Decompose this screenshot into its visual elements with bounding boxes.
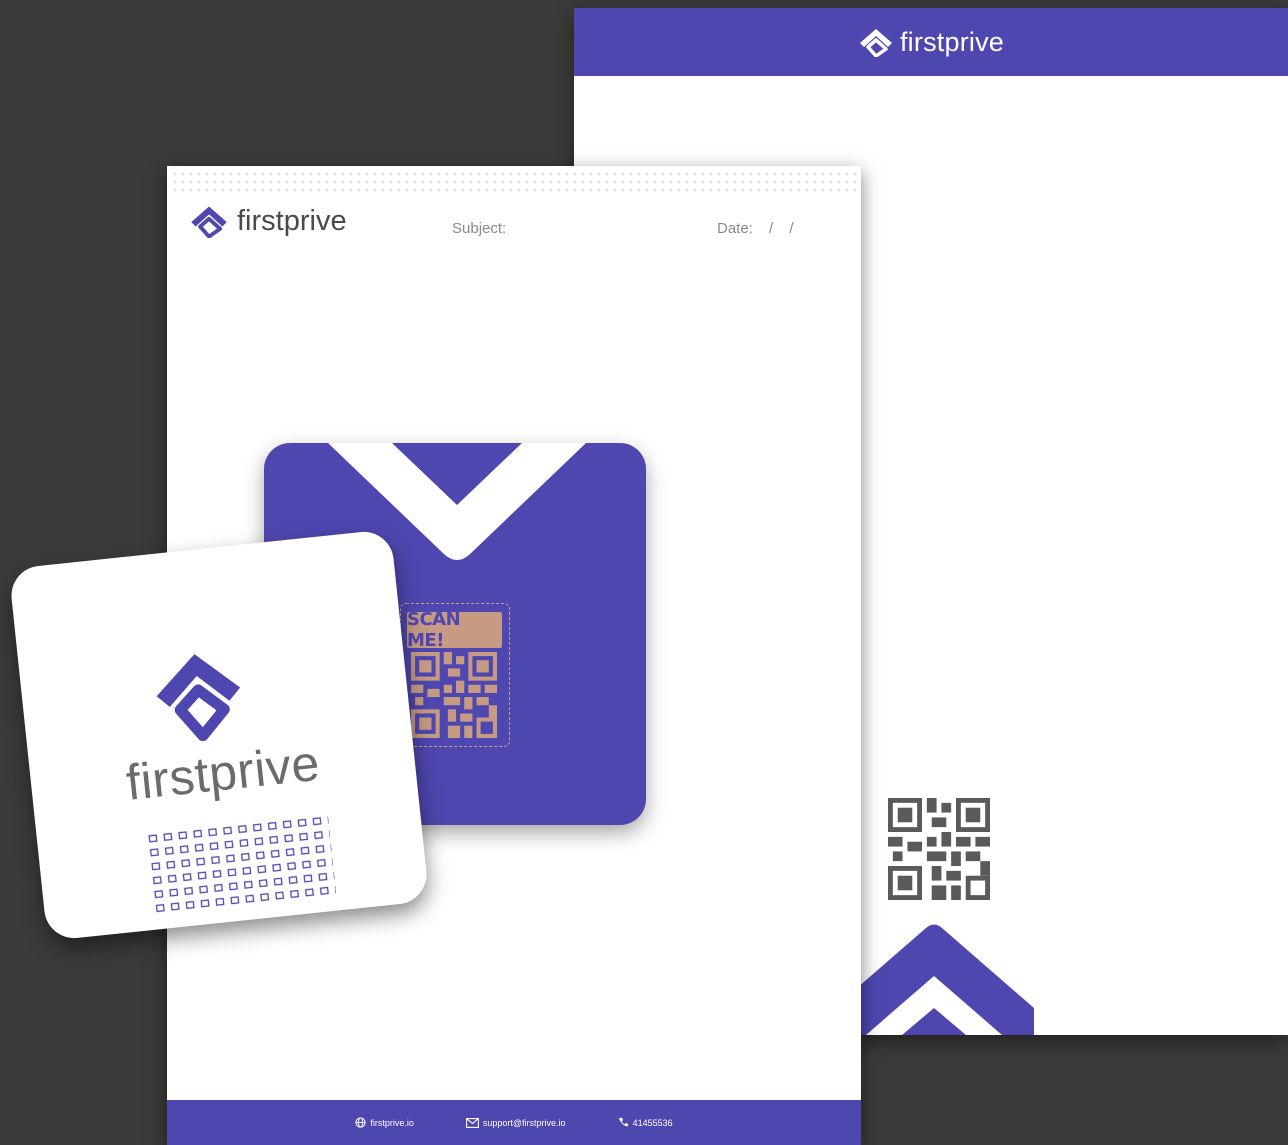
logo-icon [156,654,241,742]
dot-pattern-strip [171,170,857,194]
qr-code-icon [888,798,990,900]
scan-me-label: SCAN ME! [407,609,502,651]
qr-code-icon [411,652,497,738]
mail-icon [465,1117,479,1128]
back-chevron-shape [834,924,1034,1035]
dot-pattern-grid [146,815,337,916]
square-brand-card: firstprive [8,528,430,942]
logo-icon [191,206,227,238]
footer-phone-text: 41455536 [632,1117,673,1128]
phone-icon [618,1117,628,1127]
front-brand: firstprive [189,204,347,238]
scan-me-box: SCAN ME! [400,603,510,747]
logo-icon [859,29,892,57]
front-footer: firstprive.io support@firstprive.io 4145… [167,1100,861,1145]
front-brand-name: firstprive [237,204,347,237]
back-brand-name: firstprive [899,26,1004,57]
subject-label: Subject: [452,220,507,237]
footer-phone: 41455536 [618,1117,673,1128]
back-brand: firstprive [858,27,1004,58]
footer-website: firstprive.io [355,1117,414,1128]
globe-icon [355,1117,367,1128]
footer-email-text: support@firstprive.io [482,1117,566,1128]
date-label: Date: / / [717,220,794,237]
back-letterhead-header: firstprive [574,8,1288,76]
footer-email: support@firstprive.io [465,1117,566,1128]
footer-website-text: firstprive.io [370,1117,414,1128]
